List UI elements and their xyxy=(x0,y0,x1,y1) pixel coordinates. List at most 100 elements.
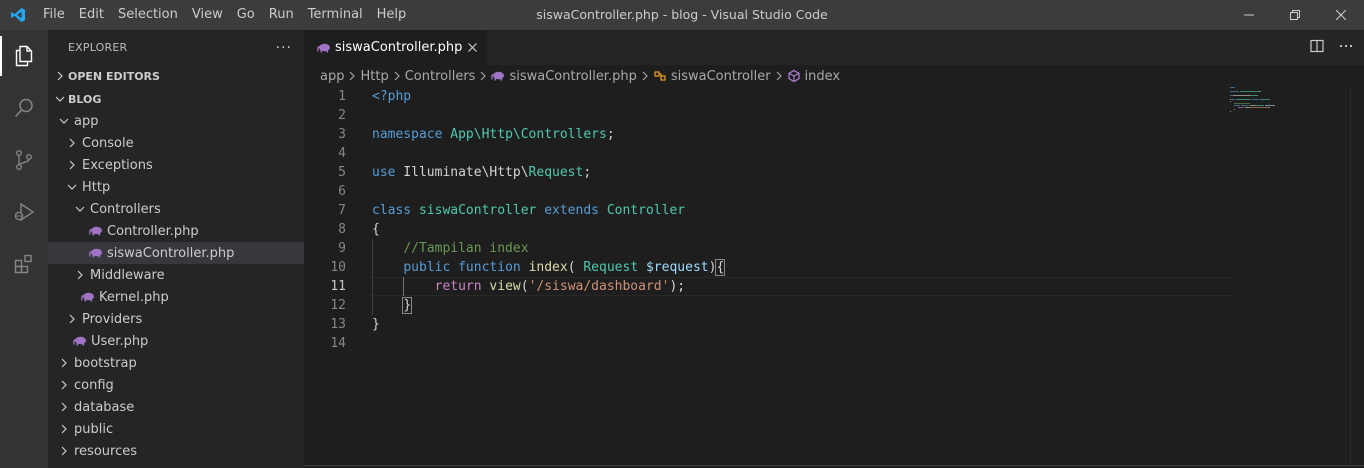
menu-view[interactable]: View xyxy=(185,0,230,30)
tree-folder[interactable]: Middleware xyxy=(48,264,304,286)
code-line: 8{ xyxy=(304,220,1364,239)
php-elephant-icon xyxy=(72,333,88,349)
minimap-token xyxy=(1257,95,1258,96)
menu-help[interactable]: Help xyxy=(370,0,414,30)
minimap-token xyxy=(1233,95,1250,96)
tree-folder[interactable]: Controllers xyxy=(48,198,304,220)
minimap-token xyxy=(1240,91,1260,92)
breadcrumb-controllers[interactable]: Controllers xyxy=(405,69,476,84)
code-token: { xyxy=(715,259,726,276)
tree-item-label: Controllers xyxy=(90,201,161,217)
code-line: 2 xyxy=(304,106,1364,125)
code-token: namespace xyxy=(372,127,443,142)
tree-folder[interactable]: public xyxy=(48,418,304,440)
line-number: 10 xyxy=(330,260,346,275)
editor-more-button[interactable] xyxy=(1338,39,1354,57)
tree-item-label: bootstrap xyxy=(74,355,137,371)
minimap-token xyxy=(1234,109,1235,110)
minimize-button[interactable] xyxy=(1226,0,1272,30)
tree-folder[interactable]: config xyxy=(48,374,304,396)
menu-edit[interactable]: Edit xyxy=(72,0,111,30)
menu-go[interactable]: Go xyxy=(230,0,262,30)
tree-file[interactable]: User.php xyxy=(48,330,304,352)
tree-folder[interactable]: bootstrap xyxy=(48,352,304,374)
code-editor[interactable]: 1 <?php 2 3 namespace App\Http\Controllers; 4… xyxy=(304,87,1364,467)
tree-folder[interactable]: Http xyxy=(48,176,304,198)
restore-button[interactable] xyxy=(1272,0,1318,30)
code-line: 5 use Illuminate\Http\Request; xyxy=(304,163,1364,182)
tree-file[interactable]: Controller.php xyxy=(48,220,304,242)
code-token: '/siswa/dashboard' xyxy=(528,279,670,294)
code-line: 11 return view('/siswa/dashboard'); xyxy=(304,277,1364,296)
tree-file[interactable]: siswaController.php xyxy=(48,242,304,264)
code-token: ( xyxy=(520,279,529,294)
line-number: 3 xyxy=(338,127,346,142)
tree-folder[interactable]: Providers xyxy=(48,308,304,330)
code-line: 13} xyxy=(304,315,1364,334)
more-actions-button[interactable]: ··· xyxy=(276,40,292,56)
breadcrumb-method[interactable]: index xyxy=(805,69,841,84)
open-editors-section[interactable]: OPEN EDITORS xyxy=(48,65,304,87)
source-control-button[interactable] xyxy=(0,134,48,186)
breadcrumb-app[interactable]: app xyxy=(320,69,344,84)
line-number: 1 xyxy=(338,89,346,104)
explorer-button[interactable] xyxy=(0,30,48,82)
minimap-token xyxy=(1260,91,1261,92)
line-number: 13 xyxy=(330,317,346,332)
close-window-button[interactable] xyxy=(1318,0,1364,30)
breadcrumb-file[interactable]: siswaController.php xyxy=(509,69,636,84)
tree-item-label: Controller.php xyxy=(107,223,199,239)
source-control-icon xyxy=(15,150,32,171)
minimap[interactable] xyxy=(1230,87,1350,147)
search-button[interactable] xyxy=(0,82,48,134)
breadcrumb-http[interactable]: Http xyxy=(360,69,388,84)
line-number: 9 xyxy=(338,241,346,256)
line-number: 11 xyxy=(330,279,346,294)
split-editor-button[interactable] xyxy=(1310,39,1324,57)
code-token: ; xyxy=(606,127,615,142)
tab-siswacontroller[interactable]: siswaController.php xyxy=(304,30,488,65)
line-number: 8 xyxy=(338,222,346,237)
code-line: 6 xyxy=(304,182,1364,201)
tab-bar: siswaController.php xyxy=(304,30,1364,65)
breadcrumb-class[interactable]: siswaController xyxy=(671,69,771,84)
code-token: Request xyxy=(528,165,584,180)
tree-item-label: Http xyxy=(82,179,111,195)
activity-bar xyxy=(0,30,48,468)
tree-file[interactable]: Kernel.php xyxy=(48,286,304,308)
tree-folder[interactable]: database xyxy=(48,396,304,418)
tree-item-label: database xyxy=(74,399,135,415)
menu-selection[interactable]: Selection xyxy=(111,0,185,30)
code-text: } xyxy=(372,296,413,315)
close-tab-icon[interactable] xyxy=(468,40,478,56)
chevron-down-icon xyxy=(56,113,72,129)
php-elephant-icon xyxy=(316,40,332,56)
code-token: class xyxy=(372,203,412,218)
tree-folder[interactable]: resources xyxy=(48,440,304,462)
code-text: { xyxy=(372,220,380,239)
extensions-button[interactable] xyxy=(0,238,48,290)
vertical-scrollbar[interactable] xyxy=(1350,87,1364,467)
code-text: } xyxy=(372,315,380,334)
menu-file[interactable]: File xyxy=(36,0,72,30)
tree-folder[interactable]: Console xyxy=(48,132,304,154)
project-section[interactable]: BLOG xyxy=(48,88,304,110)
run-debug-button[interactable] xyxy=(0,186,48,238)
menu-terminal[interactable]: Terminal xyxy=(301,0,370,30)
line-number: 7 xyxy=(338,203,346,218)
tree-folder[interactable]: app xyxy=(48,110,304,132)
minimap-token xyxy=(1238,107,1244,108)
indent-guide xyxy=(372,239,373,315)
tree-folder[interactable]: Exceptions xyxy=(48,154,304,176)
menu-run[interactable]: Run xyxy=(262,0,301,30)
code-token: use xyxy=(372,165,396,180)
line-number: 5 xyxy=(338,165,346,180)
code-token: extends xyxy=(544,203,599,218)
code-token: index xyxy=(528,260,568,275)
minimap-token xyxy=(1230,87,1235,88)
